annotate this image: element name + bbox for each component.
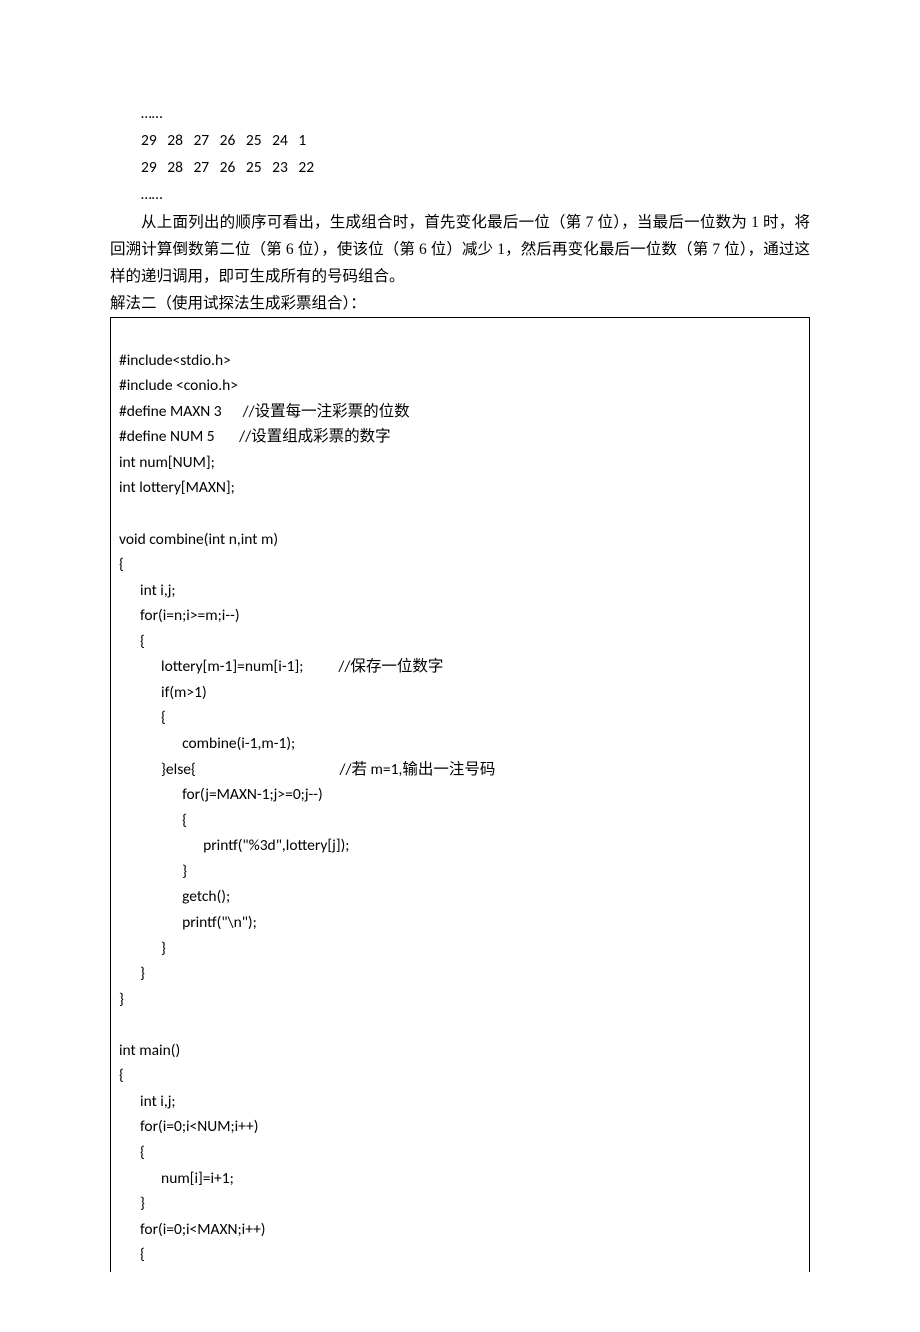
code-line: num[i]=i+1;: [119, 1169, 234, 1188]
code-line: {: [119, 811, 187, 830]
code-line: combine(i-1,m-1);: [119, 734, 295, 753]
code-line: #define NUM 5 //设置组成彩票的数字: [119, 427, 391, 446]
code-line: int main(): [119, 1041, 180, 1060]
code-line: int i,j;: [119, 581, 176, 600]
code-line: for(i=n;i>=m;i--): [119, 606, 240, 625]
code-line: #include <conio.h>: [119, 376, 238, 395]
code-line: }: [119, 964, 145, 983]
code-line: int lottery[MAXN];: [119, 478, 235, 497]
code-line: printf("%3d",lottery[j]);: [119, 836, 349, 855]
code-line: {: [119, 1066, 124, 1085]
code-line: lottery[m-1]=num[i-1]; //保存一位数字: [119, 657, 443, 676]
code-line: {: [119, 1245, 145, 1264]
code-line: }else{ //若 m=1,输出一注号码: [119, 760, 495, 779]
code-line: int num[NUM];: [119, 453, 215, 472]
code-line: }: [119, 1194, 145, 1213]
code-line: }: [119, 862, 187, 881]
code-line: for(i=0;i<NUM;i++): [119, 1117, 258, 1136]
code-line: for(j=MAXN-1;j>=0;j--): [119, 785, 323, 804]
code-line: }: [119, 939, 166, 958]
sequence-row-2: 29 28 27 26 25 23 22: [110, 154, 810, 181]
code-line: {: [119, 632, 145, 651]
sequence-row-1: 29 28 27 26 25 24 1: [110, 127, 810, 154]
sequence-ellipsis-2: ……: [110, 181, 810, 208]
solution-label: 解法二（使用试探法生成彩票组合）：: [110, 290, 810, 317]
code-line: {: [119, 1143, 145, 1162]
code-line: int i,j;: [119, 1092, 176, 1111]
code-line: #define MAXN 3 //设置每一注彩票的位数: [119, 402, 410, 421]
code-line: for(i=0;i<MAXN;i++): [119, 1220, 266, 1239]
explanation-paragraph: 从上面列出的顺序可看出，生成组合时，首先变化最后一位（第 7 位），当最后一位数…: [110, 209, 810, 290]
code-line: {: [119, 708, 166, 727]
code-line: void combine(int n,int m): [119, 530, 278, 549]
code-line: printf("\n");: [119, 913, 257, 932]
code-line: getch();: [119, 887, 230, 906]
sequence-ellipsis-1: ……: [110, 100, 810, 127]
code-line: #include<stdio.h>: [119, 351, 231, 370]
page: …… 29 28 27 26 25 24 1 29 28 27 26 25 23…: [0, 0, 920, 1332]
code-line: {: [119, 555, 124, 574]
code-line: }: [119, 990, 124, 1009]
code-block: #include<stdio.h> #include <conio.h> #de…: [110, 317, 810, 1272]
code-line: if(m>1): [119, 683, 207, 702]
